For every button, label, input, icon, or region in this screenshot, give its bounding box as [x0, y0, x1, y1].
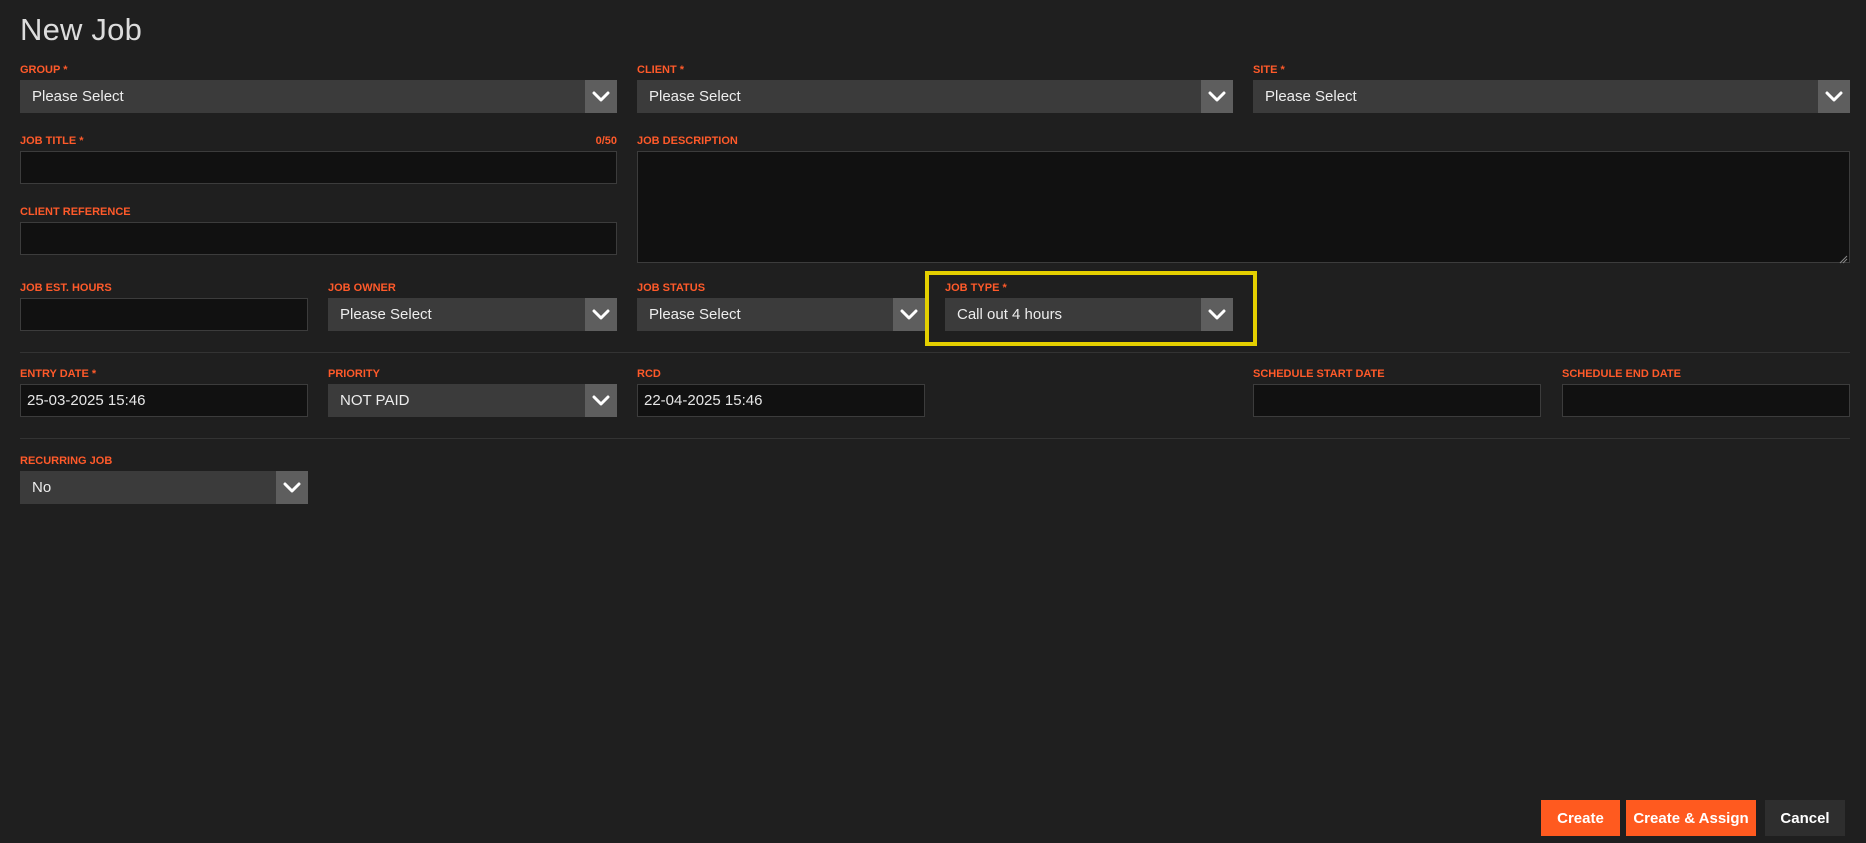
entry-date-input[interactable]: 25-03-2025 15:46 [20, 384, 308, 417]
create-assign-button[interactable]: Create & Assign [1626, 800, 1756, 836]
chevron-down-icon[interactable] [1201, 80, 1233, 113]
client-label: CLIENT * [637, 64, 685, 76]
job-type-value: Call out 4 hours [957, 306, 1063, 323]
job-est-hours-label: JOB EST. HOURS [20, 282, 112, 294]
new-job-page: New Job GROUP * Please Select CLIENT * P… [0, 0, 1866, 843]
entry-date-label: ENTRY DATE * [20, 368, 97, 380]
schedule-end-date-input[interactable] [1562, 384, 1850, 417]
job-status-label: JOB STATUS [637, 282, 706, 294]
page-title: New Job [20, 12, 143, 47]
schedule-start-date-input[interactable] [1253, 384, 1541, 417]
chevron-down-icon[interactable] [1201, 298, 1233, 331]
job-title-label: JOB TITLE * [20, 135, 84, 147]
chevron-down-icon[interactable] [276, 471, 308, 504]
section-divider [20, 352, 1850, 353]
chevron-down-icon[interactable] [1818, 80, 1850, 113]
rcd-label: RCD [637, 368, 661, 380]
site-label: SITE * [1253, 64, 1285, 76]
client-select[interactable]: Please Select [637, 80, 1233, 113]
job-status-select[interactable]: Please Select [637, 298, 925, 331]
create-button[interactable]: Create [1541, 800, 1620, 836]
job-title-counter: 0/50 [595, 135, 617, 147]
job-title-input[interactable] [20, 151, 617, 184]
job-owner-select[interactable]: Please Select [328, 298, 617, 331]
job-description-label: JOB DESCRIPTION [637, 135, 738, 147]
schedule-start-date-label: SCHEDULE START DATE [1253, 368, 1385, 380]
recurring-job-label: RECURRING JOB [20, 455, 113, 467]
client-reference-input[interactable] [20, 222, 617, 255]
job-est-hours-input[interactable] [20, 298, 308, 331]
chevron-down-icon[interactable] [585, 80, 617, 113]
job-type-select[interactable]: Call out 4 hours [945, 298, 1233, 331]
group-label: GROUP * [20, 64, 68, 76]
priority-value: NOT PAID [340, 392, 410, 409]
cancel-button[interactable]: Cancel [1765, 800, 1845, 836]
resize-grip-icon[interactable] [1838, 251, 1848, 264]
group-value: Please Select [32, 88, 124, 105]
schedule-end-date-label: SCHEDULE END DATE [1562, 368, 1681, 380]
client-value: Please Select [649, 88, 741, 105]
group-select[interactable]: Please Select [20, 80, 617, 113]
recurring-job-value: No [32, 479, 52, 496]
rcd-input[interactable]: 22-04-2025 15:46 [637, 384, 925, 417]
job-description-textarea[interactable] [637, 151, 1850, 264]
recurring-job-select[interactable]: No [20, 471, 308, 504]
site-select[interactable]: Please Select [1253, 80, 1850, 113]
priority-select[interactable]: NOT PAID [328, 384, 617, 417]
job-owner-value: Please Select [340, 306, 432, 323]
site-value: Please Select [1265, 88, 1357, 105]
job-type-label: JOB TYPE * [945, 282, 1007, 294]
chevron-down-icon[interactable] [585, 298, 617, 331]
priority-label: PRIORITY [328, 368, 380, 380]
section-divider [20, 438, 1850, 439]
job-status-value: Please Select [649, 306, 741, 323]
chevron-down-icon[interactable] [585, 384, 617, 417]
client-reference-label: CLIENT REFERENCE [20, 206, 131, 218]
chevron-down-icon[interactable] [893, 298, 925, 331]
job-owner-label: JOB OWNER [328, 282, 396, 294]
